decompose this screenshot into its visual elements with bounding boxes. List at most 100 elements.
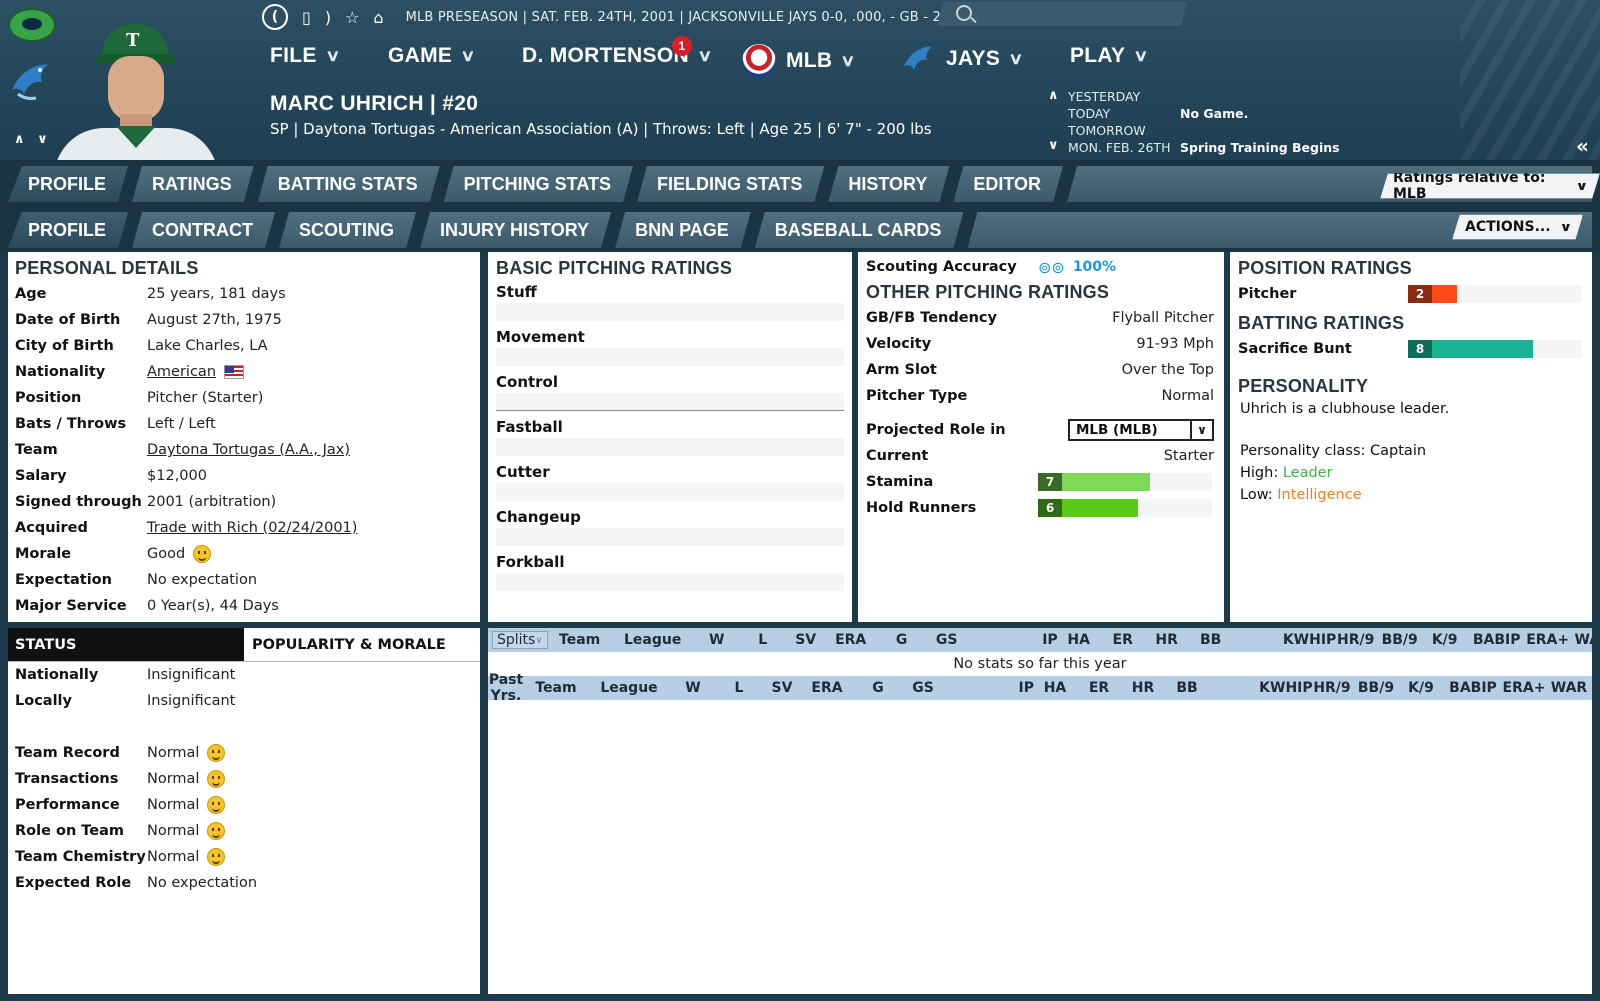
stats-column-gs[interactable]: GS [928, 632, 966, 648]
player-cycle-arrows[interactable]: ∧ ∨ [14, 132, 52, 147]
stats-column-league[interactable]: League [612, 632, 694, 648]
stats-column-g[interactable]: G [852, 680, 904, 696]
stats-column-ip[interactable]: IP [942, 680, 1034, 696]
stats-column-bb[interactable]: BB [1164, 680, 1210, 696]
tab-history[interactable]: HISTORY [828, 166, 949, 202]
app-header: ∧ ∨ ( ▯ ) ☆ ⌂ MLB PRESEASON | SAT. FEB. … [0, 0, 1600, 160]
menu-play[interactable]: PLAY ∨ [1070, 44, 1149, 68]
acquired-link[interactable]: Trade with Rich (02/24/2001) [147, 520, 357, 536]
subtab-scouting[interactable]: SCOUTING [279, 212, 416, 248]
stats-column-bb-9[interactable]: BB/9 [1354, 680, 1398, 696]
stats-column-era-[interactable]: ERA+ [1502, 680, 1546, 696]
detail-label: Salary [15, 468, 67, 484]
menu-league[interactable]: MLB ∨ [742, 44, 856, 78]
stats-column-babip[interactable]: BABIP [1444, 680, 1502, 696]
detail-label: Team [15, 442, 58, 458]
detail-row: Acquired Trade with Rich (02/24/2001) [15, 515, 473, 541]
tab-fielding-stats[interactable]: FIELDING STATS [637, 166, 824, 202]
stats-column-hr-9[interactable]: HR/9 [1310, 680, 1354, 696]
detail-row: Salary $12,000 [15, 463, 473, 489]
menu-file[interactable]: FILE ∨ [270, 44, 340, 68]
stats-column-hr[interactable]: HR [1146, 632, 1188, 648]
menu-manager[interactable]: D. MORTENSON ∨ 1 [522, 36, 712, 68]
team-link[interactable]: Daytona Tortugas (A.A., Jax) [147, 442, 350, 458]
stats-column-era-[interactable]: ERA+ [1526, 632, 1570, 648]
tab-pitching-stats[interactable]: PITCHING STATS [444, 166, 633, 202]
rating-bar [496, 573, 844, 591]
stats-column-w[interactable]: W [670, 680, 716, 696]
tab-popularity-morale[interactable]: POPULARITY & MORALE [244, 628, 480, 661]
schedule-down-icon[interactable]: ∨ [1048, 138, 1059, 153]
nationality-link[interactable]: American [147, 364, 216, 380]
search-icon[interactable] [956, 5, 972, 21]
stats-column-sv[interactable]: SV [786, 632, 826, 648]
stats-column-babip[interactable]: BABIP [1468, 632, 1526, 648]
schedule-next-value[interactable]: Spring Training Begins [1180, 140, 1340, 155]
star-icon[interactable]: ☆ [345, 8, 359, 27]
stats-column-bb-9[interactable]: BB/9 [1378, 632, 1422, 648]
subtab-injury-history[interactable]: INJURY HISTORY [420, 212, 611, 248]
stats-column-era[interactable]: ERA [802, 680, 852, 696]
morale-row: Performance Normal [15, 792, 473, 818]
stats-column-w[interactable]: W [694, 632, 740, 648]
subtab-bnn-page[interactable]: BNN PAGE [615, 212, 751, 248]
stats-column-ha[interactable]: HA [1034, 680, 1076, 696]
basic-pitching-title: BASIC PITCHING RATINGS [496, 258, 733, 278]
subtab-baseball-cards[interactable]: BASEBALL CARDS [755, 212, 964, 248]
stats-column-bb[interactable]: BB [1188, 632, 1234, 648]
stats-column-whip[interactable]: WHIP [1294, 632, 1337, 648]
stats-column-ha[interactable]: HA [1058, 632, 1100, 648]
stats-column-hr[interactable]: HR [1122, 680, 1164, 696]
stats-column-k[interactable]: K [1234, 632, 1294, 648]
tab-status[interactable]: STATUS [8, 628, 244, 661]
menu-league-label: MLB [786, 49, 833, 72]
subtab-contract[interactable]: CONTRACT [132, 212, 275, 248]
tab-batting-stats[interactable]: BATTING STATS [258, 166, 440, 202]
back-icon[interactable]: ( [262, 4, 288, 30]
stats-column-team[interactable]: Team [548, 632, 612, 648]
sacrifice-bunt-bar-track [1533, 340, 1582, 358]
detail-row: Expectation No expectation [15, 567, 473, 593]
stamina-bar [1062, 473, 1212, 491]
ratings-relative-select[interactable]: Ratings relative to: MLB ∨ [1380, 173, 1600, 199]
stats-column-k-9[interactable]: K/9 [1422, 632, 1468, 648]
stats-column-l[interactable]: L [740, 632, 786, 648]
tab-profile[interactable]: PROFILE [8, 166, 128, 202]
menu-play-label: PLAY [1070, 44, 1126, 67]
stats-column-team[interactable]: Team [524, 680, 588, 696]
menu-team[interactable]: JAYS ∨ [902, 44, 1024, 74]
projected-role-select[interactable]: MLB (MLB) ∨ [1068, 419, 1214, 441]
jays-logo-icon[interactable] [8, 60, 56, 104]
tab-editor[interactable]: EDITOR [953, 166, 1063, 202]
schedule-up-icon[interactable]: ∧ [1048, 88, 1059, 103]
stats-column-sv[interactable]: SV [762, 680, 802, 696]
stats-column-era[interactable]: ERA [826, 632, 876, 648]
tab-ratings[interactable]: RATINGS [132, 166, 254, 202]
detail-row: Age 25 years, 181 days [15, 281, 473, 307]
batting-ratings-title: BATTING RATINGS [1238, 313, 1405, 333]
tortugas-logo-icon[interactable] [8, 8, 56, 42]
stats-column-war[interactable]: WAR [1570, 632, 1592, 648]
collapse-icon[interactable]: « [1576, 134, 1589, 158]
actions-button[interactable]: ACTIONS... ∨ [1452, 214, 1583, 240]
home-icon[interactable]: ⌂ [373, 8, 383, 27]
stats-column-k-9[interactable]: K/9 [1398, 680, 1444, 696]
bookmark-icon[interactable]: ▯ [302, 8, 311, 27]
stats-column-k[interactable]: K [1210, 680, 1270, 696]
pitch-label-cutter: Cutter [496, 463, 550, 481]
pitch-label-fastball: Fastball [496, 418, 563, 436]
stats-column-er[interactable]: ER [1100, 632, 1146, 648]
stats-column-er[interactable]: ER [1076, 680, 1122, 696]
stats-column-g[interactable]: G [876, 632, 928, 648]
stats-column-l[interactable]: L [716, 680, 762, 696]
stats-column-gs[interactable]: GS [904, 680, 942, 696]
stats-column-whip[interactable]: WHIP [1270, 680, 1313, 696]
splits-select[interactable]: Splits ∨ [492, 631, 548, 649]
stats-column-ip[interactable]: IP [966, 632, 1057, 648]
stats-column-hr-9[interactable]: HR/9 [1334, 632, 1378, 648]
subtab-profile[interactable]: PROFILE [8, 212, 128, 248]
stats-column-league[interactable]: League [588, 680, 670, 696]
stats-column-war[interactable]: WAR [1546, 680, 1592, 696]
forward-icon[interactable]: ) [325, 8, 331, 27]
menu-game[interactable]: GAME ∨ [388, 44, 476, 68]
